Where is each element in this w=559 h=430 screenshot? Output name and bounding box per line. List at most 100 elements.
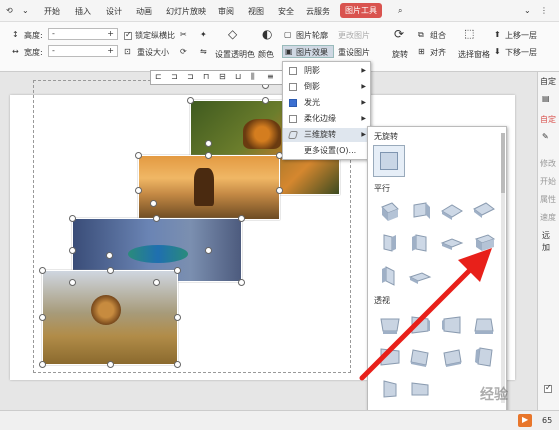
rotate-handle[interactable] <box>205 140 212 147</box>
send-backward-button[interactable]: 下移一层 <box>505 47 537 58</box>
height-input[interactable]: - + <box>48 28 118 40</box>
lock-ratio-checkbox[interactable] <box>124 30 132 40</box>
select-pane-icon[interactable]: ⬚ <box>464 27 474 40</box>
menu-item-3d-rotation[interactable]: 三维旋转 ▶ <box>283 128 370 142</box>
menu-item-soft-edges[interactable]: 柔化边缘 ▶ <box>283 112 370 126</box>
search-icon[interactable]: ⌕ <box>398 6 402 16</box>
resize-handle[interactable] <box>39 314 46 321</box>
group-icon[interactable]: ⧉ <box>418 30 424 40</box>
picture-outline-button[interactable]: 图片轮廓 <box>296 30 328 41</box>
scrollbar-thumb[interactable] <box>501 133 505 193</box>
menu-item-view[interactable]: 视图 <box>248 6 264 17</box>
send-backward-icon[interactable]: ⬇ <box>494 47 501 56</box>
rotate-icon[interactable]: ⟳ <box>394 27 404 41</box>
chevron-down-icon[interactable]: ⌄ <box>524 6 531 15</box>
align-right-icon[interactable]: ⊐ <box>187 72 194 81</box>
set-transparent-button[interactable]: 设置透明色 <box>215 49 255 60</box>
flip-icon[interactable]: ⇋ <box>200 47 207 56</box>
glow-icon <box>289 99 297 107</box>
align-left-icon[interactable]: ⊏ <box>155 72 162 81</box>
resize-handle[interactable] <box>39 267 46 274</box>
cube-icon <box>380 152 398 170</box>
resize-handle[interactable] <box>69 215 76 222</box>
menu-item-more-settings[interactable]: 更多设置(O)... <box>283 144 370 158</box>
photo-deer[interactable] <box>138 155 280 220</box>
resize-handle[interactable] <box>107 267 114 274</box>
outline-icon[interactable]: ▢ <box>284 30 292 39</box>
align-icon[interactable]: ⊞ <box>418 47 425 56</box>
pane-icon[interactable]: ▤ <box>542 94 550 103</box>
crop-icon[interactable]: ✂ <box>180 30 187 39</box>
resize-handle[interactable] <box>238 215 245 222</box>
effect-icon[interactable]: ✦ <box>200 30 207 39</box>
tab-picture-tools[interactable]: 图片工具 <box>340 3 382 18</box>
resize-handle[interactable] <box>135 152 142 159</box>
menu-item-animation[interactable]: 动画 <box>136 6 152 17</box>
menu-item-design[interactable]: 设计 <box>106 6 122 17</box>
reset-picture-button[interactable]: 重设图片 <box>338 47 370 58</box>
align-bottom-icon[interactable]: ⊔ <box>235 72 241 81</box>
menu-item-glow[interactable]: 发光 ▶ <box>283 96 370 110</box>
pane-checkbox[interactable] <box>544 383 552 393</box>
align-button[interactable]: 对齐 <box>430 47 446 58</box>
distribute-horizontal-icon[interactable]: ⫼ <box>251 72 255 82</box>
menu-item-insert[interactable]: 插入 <box>75 6 91 17</box>
rotate-button[interactable]: 旋转 <box>392 49 408 60</box>
menu-item-reflection[interactable]: 倒影 ▶ <box>283 80 370 94</box>
pane-label: 属性 <box>540 195 556 204</box>
menu-item-home[interactable]: 开始 <box>44 6 60 17</box>
pen-icon[interactable]: ✎ <box>542 132 549 141</box>
color-icon[interactable]: ◐ <box>262 27 272 41</box>
bring-forward-button[interactable]: 上移一层 <box>505 30 537 41</box>
align-middle-icon[interactable]: ⊟ <box>219 72 226 81</box>
align-center-icon[interactable]: ⊐ <box>171 72 178 81</box>
resize-handle[interactable] <box>39 361 46 368</box>
change-picture-button[interactable]: 更改图片 <box>338 30 370 41</box>
rotate-handle[interactable] <box>106 252 113 259</box>
resize-handle[interactable] <box>107 361 114 368</box>
resize-handle[interactable] <box>276 187 283 194</box>
transparent-icon[interactable]: ◇ <box>228 27 237 41</box>
menu-item-slideshow[interactable]: 幻灯片放映 <box>166 6 206 17</box>
chevron-down-icon[interactable]: ⌄ <box>22 6 29 15</box>
preset-no-rotation[interactable] <box>373 145 405 177</box>
menu-item-shadow[interactable]: 阴影 ▶ <box>283 64 370 78</box>
resize-handle[interactable] <box>174 361 181 368</box>
resize-handle[interactable] <box>135 187 142 194</box>
color-button[interactable]: 颜色 <box>258 49 274 60</box>
menu-item-review[interactable]: 审阅 <box>218 6 234 17</box>
menu-item-cloud[interactable]: 云服务 <box>306 6 330 17</box>
plus-icon[interactable]: + <box>107 29 114 38</box>
resize-handle[interactable] <box>69 279 76 286</box>
resize-handle[interactable] <box>262 97 269 104</box>
distribute-vertical-icon[interactable]: ≡ <box>267 72 274 81</box>
bring-forward-icon[interactable]: ⬆ <box>494 30 501 39</box>
resize-handle[interactable] <box>153 215 160 222</box>
resize-handle[interactable] <box>187 97 194 104</box>
play-button[interactable]: ▶ <box>518 414 532 427</box>
width-input[interactable]: - + <box>48 45 118 57</box>
resize-handle[interactable] <box>69 247 76 254</box>
picture-effect-button[interactable]: ▣ 图片效果 <box>282 45 334 58</box>
resize-handle[interactable] <box>238 279 245 286</box>
resize-handle[interactable] <box>205 247 212 254</box>
resize-handle[interactable] <box>205 152 212 159</box>
resize-handle[interactable] <box>174 314 181 321</box>
pane-label[interactable]: 自定 <box>540 114 556 125</box>
menu-item-security[interactable]: 安全 <box>278 6 294 17</box>
resize-handle[interactable] <box>174 267 181 274</box>
group-button[interactable]: 组合 <box>430 30 446 41</box>
resize-handle[interactable] <box>153 279 160 286</box>
rotate-handle[interactable] <box>150 200 157 207</box>
ribbon: ↕ 高度: -+ ↔ 宽度: -+ 锁定纵横比 ⊡ 重设大小 ✂ ✦ ⟳ ⇋ ◇… <box>0 22 559 72</box>
align-top-icon[interactable]: ⊓ <box>203 72 209 81</box>
pane-label: 远 <box>542 231 550 240</box>
rotate-icon[interactable]: ⟳ <box>180 47 187 56</box>
pane-label: 修改 <box>540 159 556 168</box>
select-pane-button[interactable]: 选择窗格 <box>458 49 490 60</box>
reset-size-icon[interactable]: ⊡ <box>124 47 131 56</box>
reset-size-button[interactable]: 重设大小 <box>137 47 169 58</box>
undo-icon[interactable]: ⟲ <box>6 6 13 15</box>
more-icon[interactable]: ⋮ <box>540 6 548 15</box>
plus-icon[interactable]: + <box>107 46 114 55</box>
